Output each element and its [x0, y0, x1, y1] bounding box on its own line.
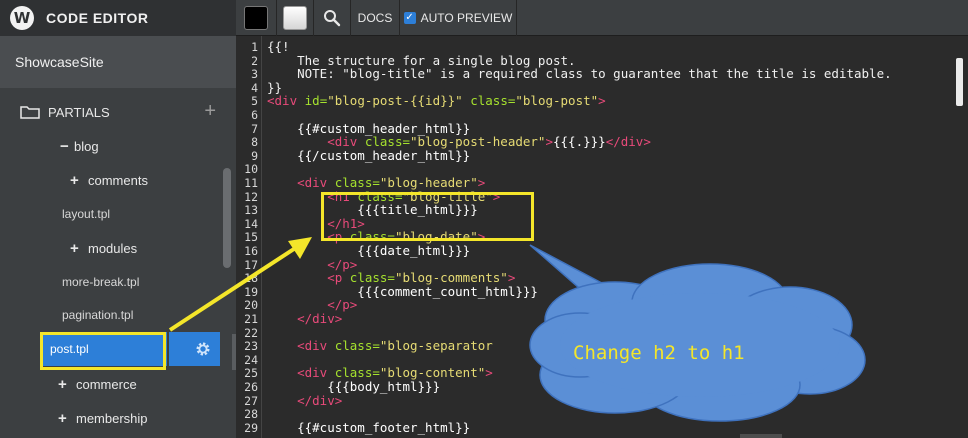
- line-number: 23: [244, 339, 258, 354]
- app-title: CODE EDITOR: [46, 10, 149, 26]
- tree-folder-commerce[interactable]: + commerce: [58, 376, 137, 393]
- tree-item-label: pagination.tpl: [62, 308, 134, 322]
- toolbar-separator: [516, 0, 517, 36]
- line-number: 4: [251, 80, 258, 95]
- line-number: 7: [251, 121, 258, 136]
- annotation-arrow-icon: [168, 237, 312, 332]
- code-text: NOTE: "blog-title" is a required class t…: [267, 66, 892, 82]
- line-number: 10: [244, 162, 258, 177]
- code-text: {{#custom_footer_html}}: [267, 419, 471, 435]
- line-number: 1: [251, 40, 258, 54]
- line-number: 13: [244, 203, 258, 218]
- line-number: 11: [244, 176, 258, 190]
- tree-item-label: layout.tpl: [62, 207, 111, 221]
- auto-preview-toggle[interactable]: ✓ AUTO PREVIEW: [400, 0, 516, 36]
- collapse-icon: −: [60, 138, 69, 155]
- light-swatch: [283, 6, 307, 30]
- tree-item-label: commerce: [76, 377, 137, 392]
- line-number: 9: [251, 148, 258, 163]
- line-number: 28: [244, 407, 258, 422]
- callout-cloud-icon: [529, 244, 866, 422]
- auto-preview-label: AUTO PREVIEW: [420, 11, 513, 25]
- search-button[interactable]: [314, 0, 350, 36]
- expand-icon: +: [58, 410, 67, 427]
- dark-swatch: [244, 6, 268, 30]
- sidebar: W CODE EDITOR ShowcaseSite PARTIALS + − b…: [0, 0, 236, 438]
- tree-folder-blog[interactable]: − blog: [60, 138, 99, 155]
- tree-item-label: more-break.tpl: [62, 275, 140, 289]
- annotation-highlight-post-file: [40, 332, 166, 370]
- docs-button[interactable]: DOCS: [351, 0, 399, 36]
- code-text: <div id="blog-post-{{id}}" class="blog-p…: [267, 93, 606, 109]
- add-partial-button[interactable]: +: [204, 100, 216, 123]
- line-number: 25: [244, 366, 258, 381]
- callout-text: Change h2 to h1: [573, 342, 745, 364]
- editor-scrollbar-thumb[interactable]: [956, 58, 963, 106]
- tree-item-label: comments: [88, 173, 148, 188]
- annotation-highlight-h1: [321, 192, 534, 241]
- tree-file-more-break[interactable]: more-break.tpl: [62, 275, 139, 289]
- line-number: 2: [251, 53, 258, 68]
- code-text: <div class="blog-separator: [267, 338, 493, 354]
- editor-horizontal-scrollbar[interactable]: [740, 434, 782, 438]
- line-number: 26: [244, 380, 258, 394]
- tree-folder-membership[interactable]: + membership: [58, 410, 148, 427]
- line-number: 6: [251, 108, 258, 122]
- gear-icon[interactable]: [195, 341, 211, 357]
- code-text: {{/custom_header_html}}: [267, 147, 471, 163]
- line-number: 29: [244, 420, 258, 435]
- line-number: 3: [251, 67, 258, 82]
- partials-label: PARTIALS: [48, 104, 110, 120]
- editor-toolbar: DOCS ✓ AUTO PREVIEW: [236, 0, 968, 36]
- line-number: 8: [251, 135, 258, 150]
- search-icon: [324, 10, 341, 27]
- site-name: ShowcaseSite: [15, 54, 104, 70]
- dark-theme-button[interactable]: [236, 0, 276, 36]
- auto-preview-checkbox[interactable]: ✓: [403, 12, 416, 24]
- line-number: 27: [244, 393, 258, 408]
- docs-label: DOCS: [357, 11, 393, 25]
- tree-folder-comments[interactable]: + comments: [70, 172, 148, 189]
- tree-folder-modules[interactable]: + modules: [70, 240, 137, 257]
- folder-icon: [20, 106, 40, 119]
- expand-icon: +: [70, 172, 79, 189]
- site-selector[interactable]: ShowcaseSite: [0, 36, 236, 88]
- tree-item-label: membership: [76, 411, 148, 426]
- expand-icon: +: [58, 376, 67, 393]
- partials-section-header[interactable]: PARTIALS +: [0, 96, 236, 128]
- light-theme-button[interactable]: [277, 0, 313, 36]
- code-text: </div>: [267, 392, 343, 408]
- tree-item-label: modules: [88, 241, 138, 256]
- expand-icon: +: [70, 240, 79, 257]
- line-number: 5: [251, 94, 258, 109]
- weebly-logo-icon: W: [10, 6, 34, 30]
- tree-file-layout[interactable]: layout.tpl: [62, 207, 110, 221]
- tree-file-pagination[interactable]: pagination.tpl: [62, 308, 133, 322]
- line-number: 12: [244, 189, 258, 204]
- app-header: W CODE EDITOR: [0, 0, 236, 36]
- tree-item-label: blog: [74, 139, 99, 154]
- line-number: 24: [244, 352, 258, 367]
